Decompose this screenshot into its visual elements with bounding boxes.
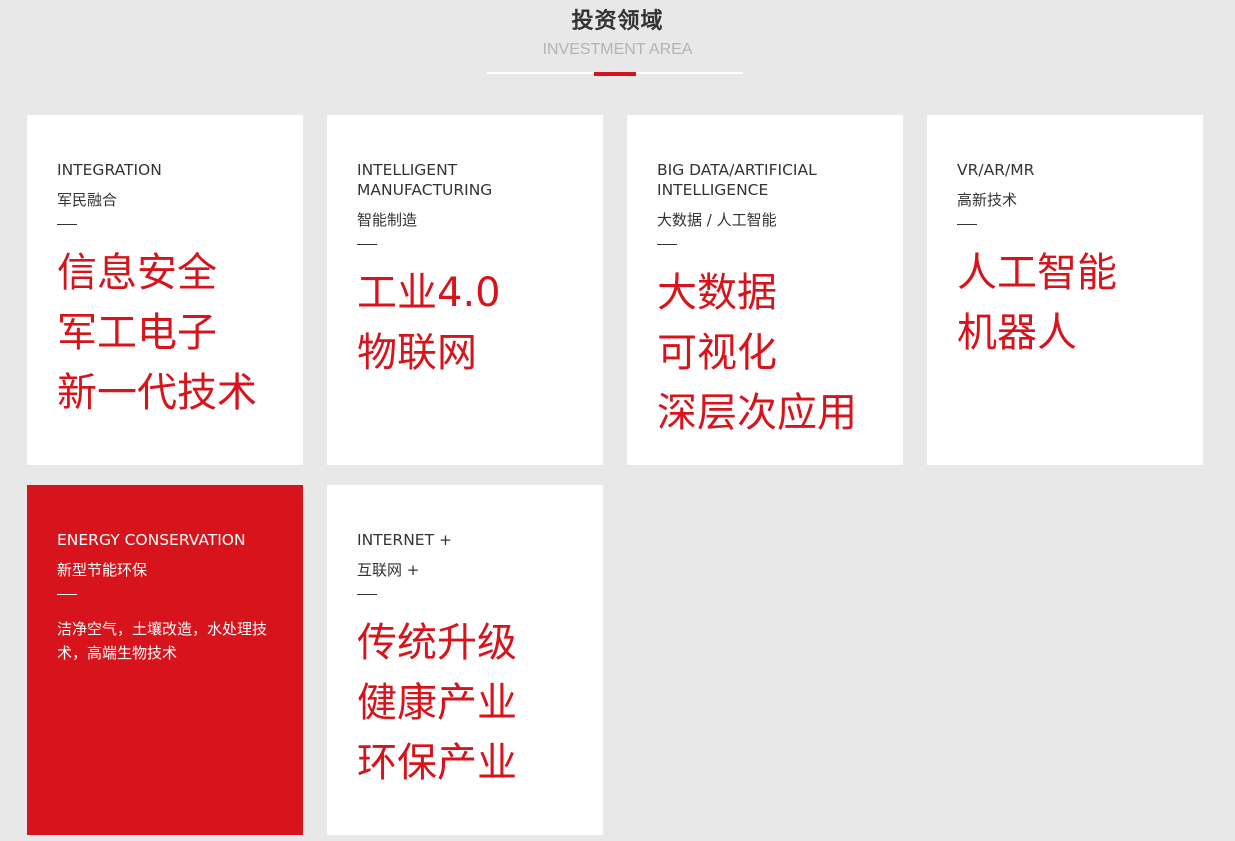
- card-title-en: INTERNET +: [357, 531, 452, 549]
- card-item: 物联网: [357, 330, 477, 376]
- card-title-cn: 高新技术: [957, 191, 1018, 209]
- card-title-cn: 新型节能环保: [57, 561, 148, 579]
- card-title-en: BIG DATA/ARTIFICIAL INTELLIGENCE: [657, 161, 817, 199]
- card-title-cn: 智能制造: [357, 211, 418, 229]
- card-big-data-ai[interactable]: BIG DATA/ARTIFICIAL INTELLIGENCE 大数据 / 人…: [627, 115, 903, 465]
- card-item-list: 大数据 可视化 深层次应用: [657, 263, 873, 443]
- card-item: 人工智能: [957, 250, 1117, 296]
- card-title-en: INTELLIGENT MANUFACTURING: [357, 161, 493, 199]
- card-title-en: INTEGRATION: [57, 161, 162, 179]
- card-divider: [357, 244, 377, 245]
- card-item: 信息安全: [57, 250, 217, 296]
- card-item: 军工电子: [57, 310, 217, 356]
- card-title-cn: 互联网 +: [357, 561, 420, 579]
- card-description: 洁净空气，土壤改造，水处理技术，高端生物技术: [57, 620, 268, 662]
- card-item: 健康产业: [357, 680, 517, 726]
- card-divider: [57, 594, 77, 595]
- card-item: 传统升级: [357, 620, 517, 666]
- card-divider: [657, 244, 677, 245]
- section-subtitle: INVESTMENT AREA: [542, 41, 693, 58]
- card-title-cn: 军民融合: [57, 191, 118, 209]
- card-item-list: 工业4.0 物联网: [357, 263, 573, 383]
- card-item: 深层次应用: [657, 390, 857, 436]
- card-item-list: 传统升级 健康产业 环保产业: [357, 613, 573, 793]
- card-item-list: 人工智能 机器人: [957, 243, 1173, 363]
- card-item: 新一代技术: [57, 370, 257, 416]
- card-item-list: 信息安全 军工电子 新一代技术: [57, 243, 273, 423]
- card-item: 大数据: [657, 270, 777, 316]
- card-integration[interactable]: INTEGRATION 军民融合 信息安全 军工电子 新一代技术: [27, 115, 303, 465]
- card-divider: [57, 224, 77, 225]
- card-divider: [957, 224, 977, 225]
- card-vr-ar-mr[interactable]: VR/AR/MR 高新技术 人工智能 机器人: [927, 115, 1203, 465]
- card-item: 工业4.0: [357, 270, 501, 316]
- card-intelligent-manufacturing[interactable]: INTELLIGENT MANUFACTURING 智能制造 工业4.0 物联网: [327, 115, 603, 465]
- card-divider: [357, 594, 377, 595]
- card-internet-plus[interactable]: INTERNET + 互联网 + 传统升级 健康产业 环保产业: [327, 485, 603, 835]
- section-title: 投资领域: [571, 9, 664, 34]
- card-item: 机器人: [957, 310, 1077, 356]
- card-title-cn: 大数据 / 人工智能: [657, 211, 777, 229]
- title-accent-bar: [594, 72, 636, 76]
- card-item: 环保产业: [357, 740, 517, 786]
- card-item: 可视化: [657, 330, 777, 376]
- card-title-en: ENERGY CONSERVATION: [57, 531, 246, 549]
- card-title-en: VR/AR/MR: [957, 161, 1035, 179]
- card-energy-conservation[interactable]: ENERGY CONSERVATION 新型节能环保 洁净空气，土壤改造，水处理…: [27, 485, 303, 835]
